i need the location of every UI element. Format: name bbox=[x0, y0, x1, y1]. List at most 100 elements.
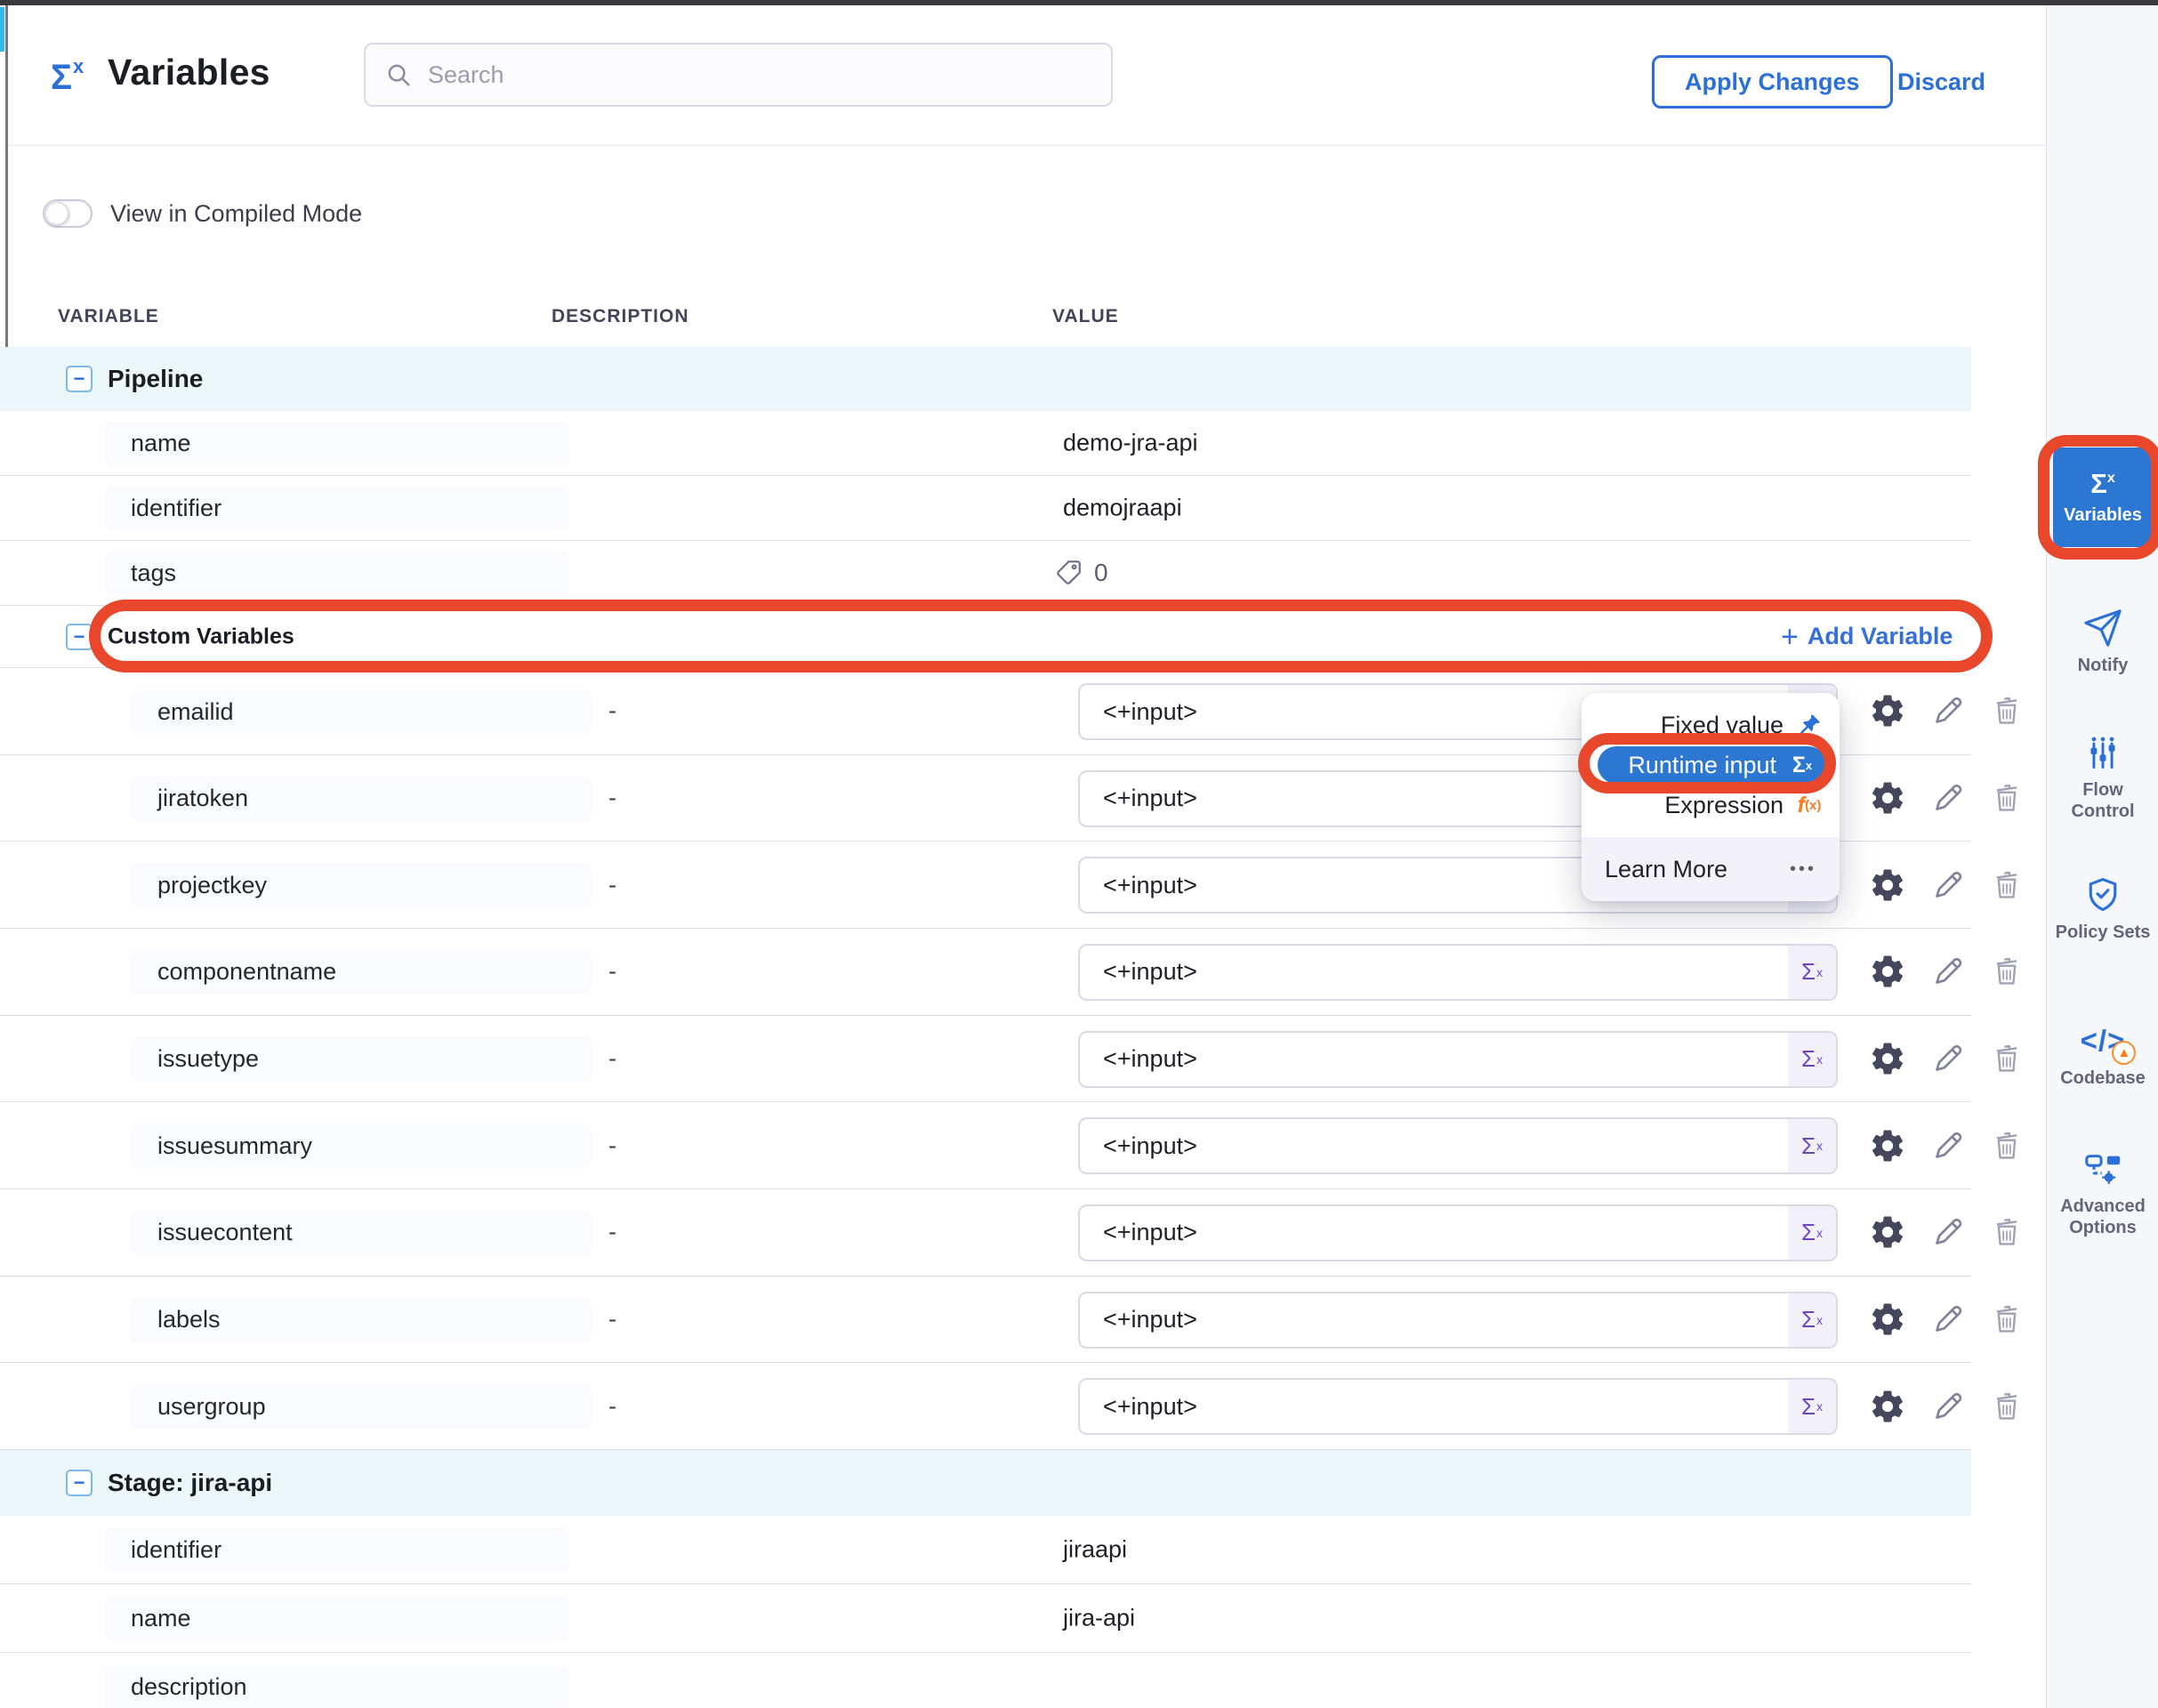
variable-name-field[interactable]: labels bbox=[131, 1298, 592, 1342]
edit-icon-button[interactable] bbox=[1927, 1298, 1969, 1341]
variable-name: tags bbox=[131, 560, 176, 587]
variable-description: - bbox=[608, 1132, 616, 1159]
edit-icon-button[interactable] bbox=[1927, 777, 1969, 819]
collapse-icon[interactable]: − bbox=[66, 624, 93, 650]
settings-icon-button[interactable] bbox=[1866, 864, 1909, 906]
variable-name: identifier bbox=[131, 1536, 221, 1564]
value-type-dropdown: Fixed value Runtime input Σx Expression … bbox=[1582, 693, 1840, 901]
runtime-sigma-icon: Σx bbox=[1788, 753, 1816, 778]
variable-name-field[interactable]: name bbox=[104, 1597, 569, 1640]
delete-icon-button[interactable] bbox=[1985, 1298, 2028, 1341]
sigma-chip[interactable]: Σx bbox=[1788, 1380, 1836, 1433]
variable-name-field[interactable]: emailid bbox=[131, 689, 592, 734]
delete-icon-button[interactable] bbox=[1985, 864, 2028, 906]
compiled-mode-row: View in Compiled Mode bbox=[43, 199, 362, 228]
edit-icon-button[interactable] bbox=[1927, 864, 1969, 906]
variable-name-field[interactable]: identifier bbox=[104, 487, 569, 530]
variable-name-field[interactable]: issuetype bbox=[131, 1037, 592, 1082]
variable-row-identifier: identifierjiraapi bbox=[0, 1516, 1971, 1584]
learn-more-button[interactable]: Learn More ••• bbox=[1582, 837, 1840, 901]
settings-icon-button[interactable] bbox=[1866, 689, 1909, 732]
delete-icon-button[interactable] bbox=[1985, 1385, 2028, 1428]
discard-button[interactable]: Discard bbox=[1897, 55, 1985, 109]
variable-name-field[interactable]: tags bbox=[104, 552, 569, 595]
variable-row-tags: tags0 bbox=[0, 541, 1971, 606]
sigma-chip[interactable]: Σx bbox=[1788, 1293, 1836, 1347]
delete-icon-button[interactable] bbox=[1985, 777, 2028, 819]
menu-item-fixed-value[interactable]: Fixed value bbox=[1598, 705, 1824, 745]
sidebar-label-policy-sets: Policy Sets bbox=[2047, 922, 2158, 943]
search-input[interactable] bbox=[426, 60, 1091, 90]
sigma-chip[interactable]: Σx bbox=[1788, 1119, 1836, 1172]
variable-description: - bbox=[608, 1305, 616, 1333]
runtime-input-field[interactable]: <+input>Σx bbox=[1078, 1378, 1838, 1435]
runtime-input-field[interactable]: <+input>Σx bbox=[1078, 1204, 1838, 1261]
page-title: Variables bbox=[108, 52, 270, 93]
edit-icon-button[interactable] bbox=[1927, 1385, 1969, 1428]
table-column-headers: VARIABLE DESCRIPTION VALUE bbox=[0, 306, 1971, 336]
sigma-chip[interactable]: Σx bbox=[1788, 1033, 1836, 1086]
plus-icon: + bbox=[1781, 622, 1799, 652]
runtime-input-field[interactable]: <+input>Σx bbox=[1078, 1031, 1838, 1088]
edit-icon-button[interactable] bbox=[1927, 950, 1969, 993]
section-band-custom: −Custom Variables+Add Variable bbox=[0, 606, 1971, 668]
runtime-input-field[interactable]: <+input>Σx bbox=[1078, 1117, 1838, 1174]
variable-name-field[interactable]: projectkey bbox=[131, 863, 592, 907]
delete-icon-button[interactable] bbox=[1985, 1211, 2028, 1253]
variable-name: emailid bbox=[157, 698, 234, 726]
settings-icon-button[interactable] bbox=[1866, 950, 1909, 993]
menu-item-expression[interactable]: Expression f(x) bbox=[1598, 786, 1824, 825]
edit-icon-button[interactable] bbox=[1927, 1124, 1969, 1167]
edit-icon-button[interactable] bbox=[1927, 689, 1969, 732]
runtime-input-field[interactable]: <+input>Σx bbox=[1078, 1292, 1838, 1349]
variable-name: issuesummary bbox=[157, 1132, 312, 1160]
settings-icon-button[interactable] bbox=[1866, 1385, 1909, 1428]
settings-icon-button[interactable] bbox=[1866, 1298, 1909, 1341]
settings-icon-button[interactable] bbox=[1866, 1124, 1909, 1167]
variable-value: demo-jra-api bbox=[1063, 430, 1198, 457]
edit-icon-button[interactable] bbox=[1927, 1037, 1969, 1080]
variable-name-field[interactable]: issuecontent bbox=[131, 1211, 592, 1255]
variable-name: labels bbox=[157, 1306, 221, 1333]
delete-icon-button[interactable] bbox=[1985, 1124, 2028, 1167]
settings-icon-button[interactable] bbox=[1866, 777, 1909, 819]
collapse-icon[interactable]: − bbox=[66, 1470, 93, 1496]
edit-icon-button[interactable] bbox=[1927, 1211, 1969, 1253]
sigma-chip[interactable]: Σx bbox=[1788, 1206, 1836, 1260]
settings-icon-button[interactable] bbox=[1866, 1037, 1909, 1080]
fixed-value-label: Fixed value bbox=[1661, 712, 1784, 739]
apply-changes-button[interactable]: Apply Changes bbox=[1652, 55, 1893, 109]
search-box[interactable] bbox=[364, 43, 1113, 107]
variable-name-field[interactable]: componentname bbox=[131, 950, 592, 995]
sidebar-item-advanced-options[interactable]: Advanced Options bbox=[2047, 1148, 2158, 1238]
expression-label: Expression bbox=[1664, 792, 1784, 819]
variable-name-field[interactable]: name bbox=[104, 422, 569, 465]
collapse-icon[interactable]: − bbox=[66, 366, 93, 392]
sidebar-item-notify[interactable]: Notify bbox=[2047, 607, 2158, 676]
variable-name-field[interactable]: description bbox=[104, 1665, 569, 1708]
sliders-icon bbox=[2047, 731, 2158, 774]
runtime-input-field[interactable]: <+input>Σx bbox=[1078, 944, 1838, 1001]
variable-name-field[interactable]: identifier bbox=[104, 1528, 569, 1572]
variable-name-field[interactable]: issuesummary bbox=[131, 1124, 592, 1168]
delete-icon-button[interactable] bbox=[1985, 950, 2028, 993]
add-variable-button[interactable]: +Add Variable bbox=[1781, 622, 1953, 652]
settings-icon-button[interactable] bbox=[1866, 1211, 1909, 1253]
variable-description: - bbox=[608, 784, 616, 811]
sidebar-item-policy-sets[interactable]: Policy Sets bbox=[2047, 874, 2158, 943]
shield-check-icon bbox=[2047, 874, 2158, 916]
sidebar-item-variables[interactable]: Σx Variables bbox=[2053, 447, 2153, 547]
sidebar-item-codebase[interactable]: </>▲ Codebase bbox=[2047, 1019, 2158, 1089]
sidebar-label-flow-control: Flow Control bbox=[2047, 779, 2158, 822]
toggle-knob bbox=[45, 202, 68, 225]
variable-name-field[interactable]: usergroup bbox=[131, 1384, 592, 1429]
variable-name-field[interactable]: jiratoken bbox=[131, 777, 592, 821]
delete-icon-button[interactable] bbox=[1985, 1037, 2028, 1080]
sidebar-item-flow-control[interactable]: Flow Control bbox=[2047, 731, 2158, 822]
sigma-chip[interactable]: Σx bbox=[1788, 946, 1836, 999]
compiled-mode-toggle[interactable] bbox=[43, 199, 93, 228]
variable-row-name: name demo-jra-api bbox=[0, 411, 1971, 476]
delete-icon-button[interactable] bbox=[1985, 689, 2028, 732]
variables-sigma-icon: Σx bbox=[51, 57, 84, 95]
menu-item-runtime-input[interactable]: Runtime input Σx bbox=[1598, 746, 1827, 784]
